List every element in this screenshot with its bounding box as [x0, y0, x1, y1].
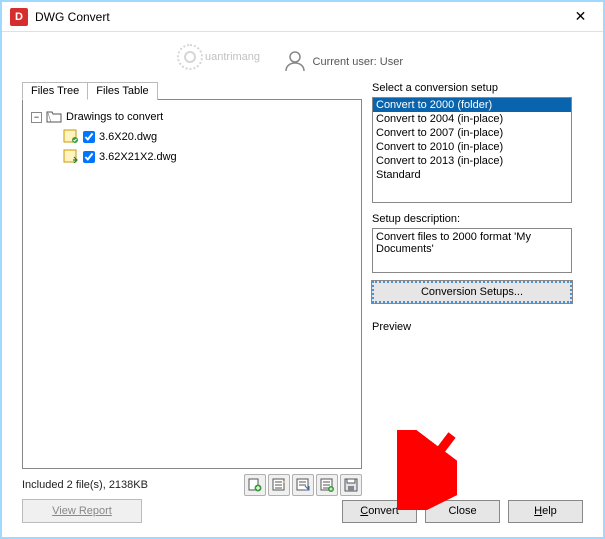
current-user-row: Current user: User	[22, 42, 583, 82]
list-item[interactable]: Convert to 2000 (folder)	[373, 98, 571, 112]
close-button[interactable]: Close	[425, 500, 500, 523]
file-name: 3.6X20.dwg	[99, 131, 157, 143]
tabs: Files Tree Files Table	[22, 82, 362, 100]
tree-file[interactable]: 3.62X21X2.dwg	[31, 148, 353, 166]
file-name: 3.62X21X2.dwg	[99, 151, 177, 163]
current-user-label: Current user: User	[313, 56, 403, 68]
window-title: DWG Convert	[35, 10, 558, 24]
list-item[interactable]: Convert to 2007 (in-place)	[373, 126, 571, 140]
collapse-icon[interactable]: −	[31, 112, 42, 123]
toolbar	[244, 474, 362, 496]
user-icon	[283, 49, 307, 76]
preview-label: Preview	[372, 321, 572, 333]
open-list-button[interactable]	[292, 474, 314, 496]
app-icon: D	[10, 8, 28, 26]
tree-root[interactable]: − Drawings to convert	[31, 108, 353, 126]
save-list-button[interactable]	[340, 474, 362, 496]
files-tree[interactable]: − Drawings to convert 3.6X20.dwg	[22, 99, 362, 469]
dwg-file-icon	[63, 149, 83, 166]
tab-files-table[interactable]: Files Table	[87, 82, 157, 100]
tree-file[interactable]: 3.6X20.dwg	[31, 128, 353, 146]
setup-description: Convert files to 2000 format 'My Documen…	[372, 228, 572, 273]
new-list-button[interactable]	[268, 474, 290, 496]
setup-label: Select a conversion setup	[372, 82, 572, 94]
folder-icon	[46, 109, 66, 126]
titlebar: D DWG Convert ✕	[2, 2, 603, 32]
file-checkbox[interactable]	[83, 151, 95, 163]
status-text: Included 2 file(s), 2138KB	[22, 479, 244, 491]
setup-desc-label: Setup description:	[372, 213, 572, 225]
file-checkbox[interactable]	[83, 131, 95, 143]
add-file-button[interactable]	[244, 474, 266, 496]
conversion-setup-list[interactable]: Convert to 2000 (folder) Convert to 2004…	[372, 97, 572, 203]
tree-root-label: Drawings to convert	[66, 111, 163, 123]
convert-button[interactable]: Convert	[342, 500, 417, 523]
conversion-setups-button[interactable]: Conversion Setups...	[372, 281, 572, 303]
close-icon[interactable]: ✕	[558, 3, 603, 31]
tab-files-tree[interactable]: Files Tree	[22, 82, 88, 100]
view-report-button: View Report	[22, 499, 142, 523]
list-item[interactable]: Standard	[373, 168, 571, 182]
list-item[interactable]: Convert to 2004 (in-place)	[373, 112, 571, 126]
list-item[interactable]: Convert to 2010 (in-place)	[373, 140, 571, 154]
list-item[interactable]: Convert to 2013 (in-place)	[373, 154, 571, 168]
help-button[interactable]: Help	[508, 500, 583, 523]
append-list-button[interactable]	[316, 474, 338, 496]
dwg-file-icon	[63, 129, 83, 146]
